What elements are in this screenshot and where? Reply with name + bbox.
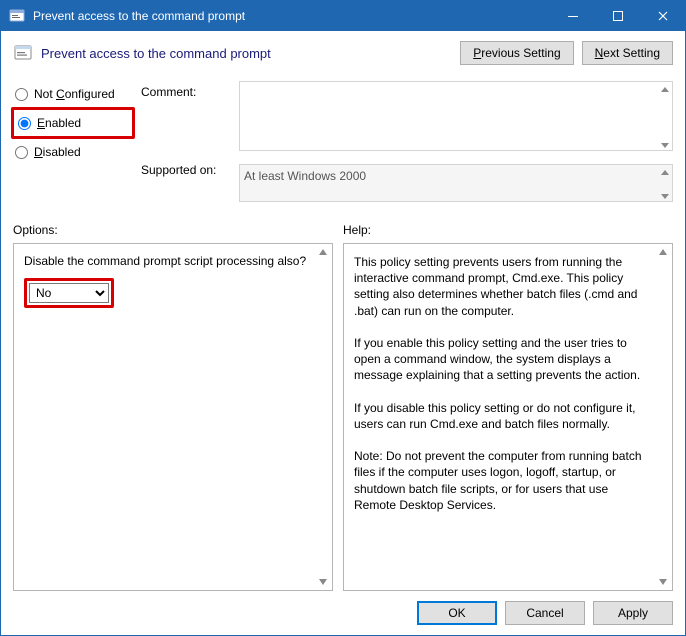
policy-icon [13,43,33,63]
policy-editor-window: Prevent access to the command prompt [0,0,686,636]
radio-not-configured-input[interactable] [15,88,28,101]
footer-buttons: OK Cancel Apply [13,591,673,625]
scroll-up-icon[interactable] [659,249,669,255]
help-label: Help: [343,223,371,237]
scroll-down-icon[interactable] [659,579,669,585]
radio-enabled[interactable]: Enabled [16,112,130,134]
help-text: This policy setting prevents users from … [354,254,652,513]
scroll-up-icon[interactable] [319,249,329,255]
radio-enabled-input[interactable] [18,117,31,130]
help-panel: This policy setting prevents users from … [343,243,673,591]
cancel-button[interactable]: Cancel [505,601,585,625]
close-button[interactable] [640,1,685,31]
radio-disabled[interactable]: Disabled [13,141,133,163]
scroll-down-icon[interactable] [319,579,329,585]
comment-textarea[interactable] [239,81,673,151]
maximize-button[interactable] [595,1,640,31]
mid-labels: Comment: Supported on: [141,81,231,205]
options-panel: Disable the command prompt script proces… [13,243,333,591]
app-icon [9,8,25,24]
radio-not-configured[interactable]: Not Configured [13,83,133,105]
client-area: Prevent access to the command prompt Pre… [1,31,685,635]
ok-button[interactable]: OK [417,601,497,625]
window-title: Prevent access to the command prompt [33,9,550,23]
radio-disabled-input[interactable] [15,146,28,159]
highlight-enabled: Enabled [11,107,135,139]
panel-labels: Options: Help: [13,223,673,237]
titlebar: Prevent access to the command prompt [1,1,685,31]
minimize-button[interactable] [550,1,595,31]
policy-title: Prevent access to the command prompt [41,46,271,61]
options-label: Options: [13,223,343,237]
previous-setting-button[interactable]: Previous Setting [460,41,573,65]
titlebar-buttons [550,1,685,31]
script-processing-dropdown[interactable]: No [29,283,109,303]
state-section: Not Configured Enabled Disabled Comment:… [13,81,673,205]
supported-on-label: Supported on: [141,163,231,177]
apply-button[interactable]: Apply [593,601,673,625]
fields-col [239,81,673,205]
comment-label: Comment: [141,85,231,163]
option-question: Disable the command prompt script proces… [24,254,322,268]
supported-on-textarea [239,164,673,202]
header-row: Prevent access to the command prompt Pre… [13,41,673,65]
panels: Disable the command prompt script proces… [13,243,673,591]
next-setting-button[interactable]: Next Setting [582,41,673,65]
state-radiogroup: Not Configured Enabled Disabled [13,81,133,205]
highlight-dropdown: No [24,278,114,308]
